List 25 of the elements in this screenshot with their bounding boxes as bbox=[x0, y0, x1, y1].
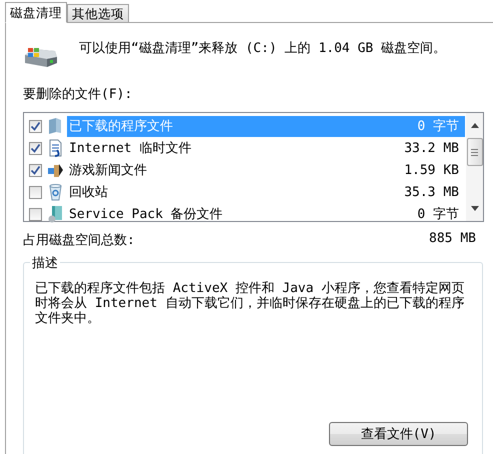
hard-drive-icon bbox=[23, 45, 59, 69]
scroll-down-icon[interactable] bbox=[470, 206, 478, 211]
file-item[interactable]: Internet 临时文件 33.2 MB bbox=[67, 138, 465, 158]
summary-text: 可以使用“磁盘清理”来释放 (C:) 上的 1.04 GB 磁盘空间。 bbox=[79, 41, 448, 56]
group-title: 描述 bbox=[30, 254, 60, 272]
view-files-button[interactable]: 查看文件(V) bbox=[329, 422, 468, 446]
file-list[interactable]: 已下载的程序文件 0 字节 Internet 临时文件 33.2 MB 游戏新闻文件 1.59 KB 回收站 35.3 MB Service Pack 备份文件 0 字节 bbox=[23, 112, 484, 222]
checkbox[interactable] bbox=[29, 164, 42, 176]
total-label: 占用磁盘空间总数: bbox=[23, 232, 135, 249]
checkbox[interactable] bbox=[29, 142, 42, 154]
tab[interactable]: 其他选项 bbox=[67, 4, 129, 22]
file-item[interactable]: 回收站 35.3 MB bbox=[67, 182, 465, 202]
total-value: 885 MB bbox=[429, 231, 476, 248]
scroll-thumb[interactable] bbox=[466, 138, 482, 166]
checkbox[interactable] bbox=[29, 120, 42, 132]
checkbox[interactable] bbox=[29, 186, 42, 198]
description-text: 已下载的程序文件包括 ActiveX 控件和 Java 小程序，您查看特定网页时将会从 Internet 自动下载它们，并临时保存在硬盘上的已下载的程序文件夹中。 bbox=[35, 281, 465, 326]
files-label: 要删除的文件(F): bbox=[23, 86, 134, 103]
checkbox[interactable] bbox=[29, 208, 42, 220]
scroll-up-icon[interactable] bbox=[470, 123, 478, 128]
file-item[interactable]: Service Pack 备份文件 0 字节 bbox=[67, 204, 465, 224]
file-item[interactable]: 游戏新闻文件 1.59 KB bbox=[67, 160, 465, 180]
package-icon bbox=[47, 205, 65, 223]
scrollbar[interactable] bbox=[466, 113, 483, 221]
tab[interactable]: 磁盘清理 bbox=[5, 2, 67, 23]
